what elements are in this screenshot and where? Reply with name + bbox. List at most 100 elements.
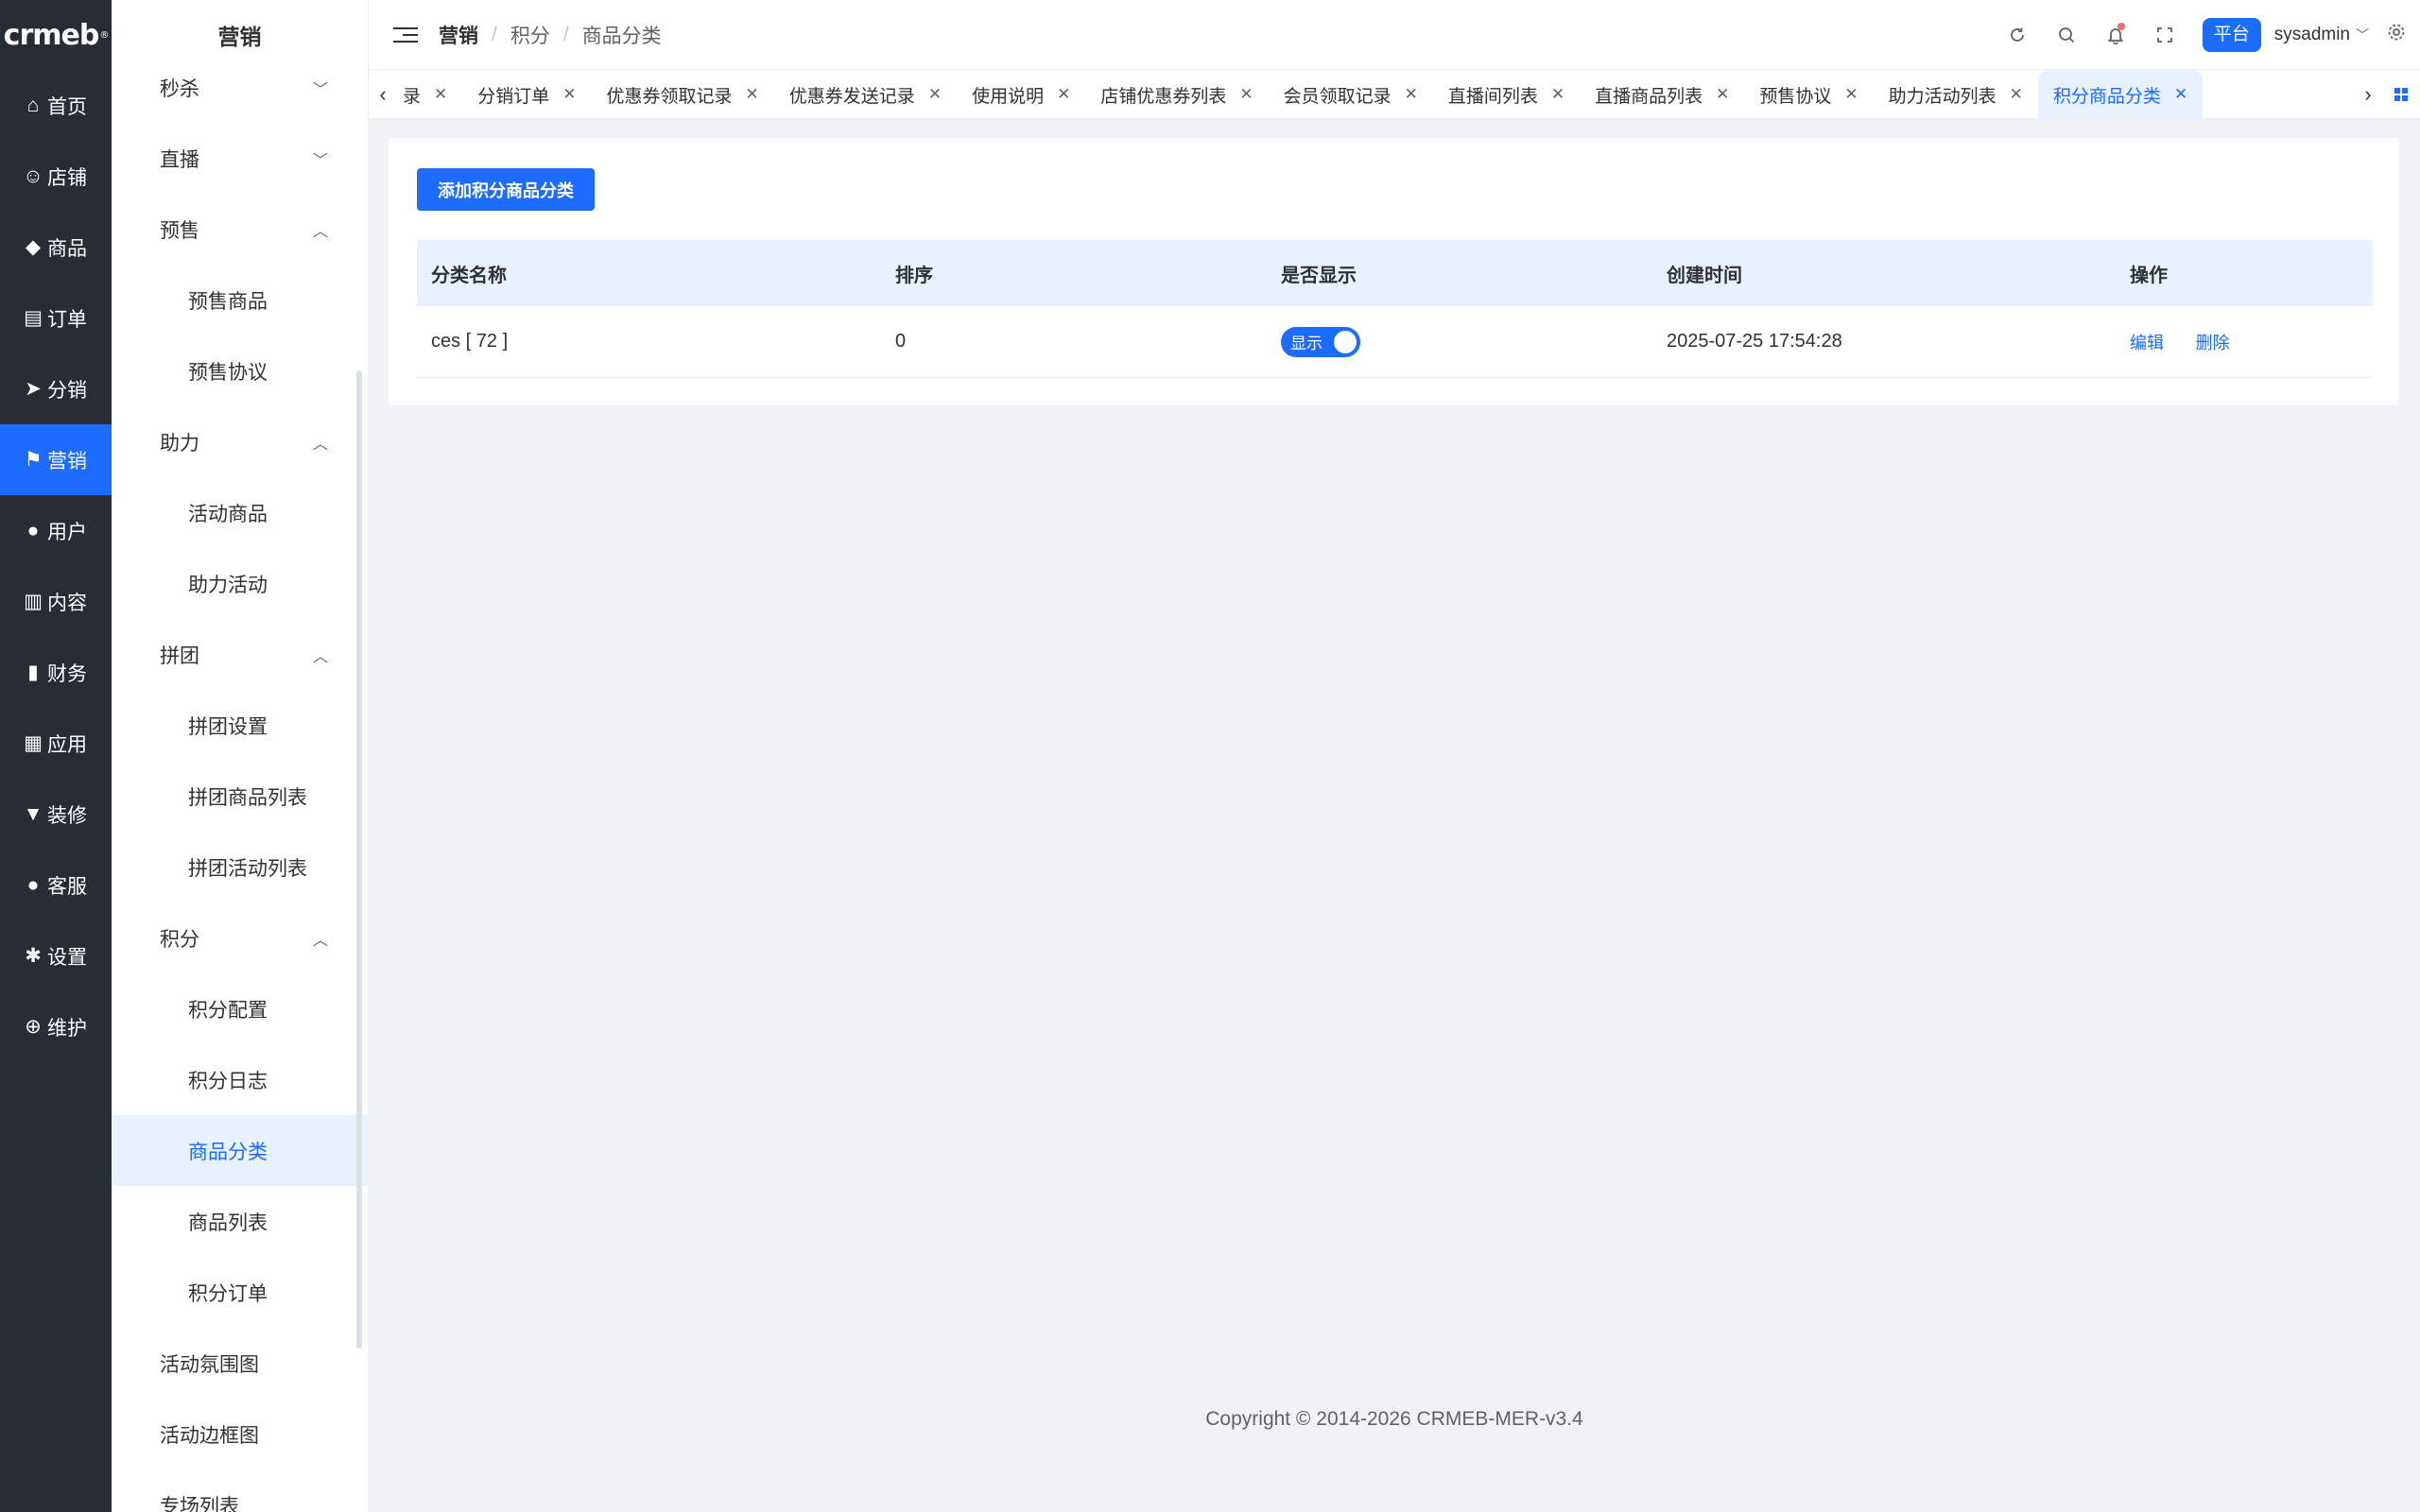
rail-item[interactable]: ⌂ 首页 xyxy=(0,70,112,141)
submenu-group[interactable]: 助力 ︿ xyxy=(112,406,368,477)
submenu-item[interactable]: 预售商品 xyxy=(112,265,368,335)
close-icon[interactable]: ✕ xyxy=(1551,85,1564,104)
headset-icon: ● xyxy=(26,873,40,896)
submenu-group-label: 拼团 xyxy=(160,644,199,667)
close-icon[interactable]: ✕ xyxy=(1405,85,1418,104)
tab-item[interactable]: 录 ✕ xyxy=(388,70,462,118)
tab-item[interactable]: 助力活动列表 ✕ xyxy=(1874,70,2038,118)
rail-item-label: 装修 xyxy=(47,804,87,827)
rail-item-label: 财务 xyxy=(47,662,87,685)
submenu-item[interactable]: 活动商品 xyxy=(112,477,368,548)
show-toggle[interactable]: 显示 xyxy=(1281,326,1360,357)
submenu-item[interactable]: 拼团设置 xyxy=(112,690,368,761)
close-icon[interactable]: ✕ xyxy=(1239,85,1253,104)
rail-item[interactable]: ▼ 装修 xyxy=(0,779,112,850)
add-points-category-button[interactable]: 添加积分商品分类 xyxy=(417,168,595,211)
submenu-item[interactable]: 商品分类 xyxy=(112,1115,368,1186)
submenu-group[interactable]: 拼团 ︿ xyxy=(112,619,368,690)
close-icon[interactable]: ✕ xyxy=(1057,85,1070,104)
tab-item[interactable]: 店铺优惠券列表 ✕ xyxy=(1085,70,1268,118)
submenu-group[interactable]: 积分 ︿ xyxy=(112,902,368,973)
submenu-item[interactable]: 积分配置 xyxy=(112,973,368,1044)
bell-icon[interactable] xyxy=(2091,0,2140,70)
close-icon[interactable]: ✕ xyxy=(1844,85,1858,104)
rail-item[interactable]: ● 用户 xyxy=(0,495,112,566)
rail-item[interactable]: ▦ 应用 xyxy=(0,708,112,779)
category-name-cell: ces [ 72 ] xyxy=(431,331,509,352)
collapse-menu-icon[interactable] xyxy=(393,23,418,47)
tab-item[interactable]: 积分商品分类 ✕ xyxy=(2037,70,2204,118)
rail-item[interactable]: ⚑ 营销 xyxy=(0,424,112,495)
submenu-item[interactable]: 积分日志 xyxy=(112,1044,368,1115)
tabs-scroll-left-icon[interactable]: ‹ xyxy=(369,70,397,118)
rail-item-label: 应用 xyxy=(47,733,87,756)
search-icon[interactable] xyxy=(2042,0,2091,70)
chevron-down-icon: ﹀ xyxy=(312,152,328,169)
rail-item[interactable]: ☺ 店铺 xyxy=(0,141,112,212)
submenu-item[interactable]: 积分订单 xyxy=(112,1257,368,1328)
close-icon[interactable]: ✕ xyxy=(562,85,576,104)
rail-item[interactable]: ▤ 订单 xyxy=(0,283,112,353)
rail-item[interactable]: ➤ 分销 xyxy=(0,353,112,424)
tab-item[interactable]: 使用说明 ✕ xyxy=(957,70,1085,118)
tab-item[interactable]: 预售协议 ✕ xyxy=(1744,70,1873,118)
platform-badge[interactable]: 平台 xyxy=(2202,18,2261,52)
submenu-group[interactable]: 活动边框图 xyxy=(112,1399,368,1469)
crmeb-logo[interactable]: crmeb ® xyxy=(0,0,112,70)
submenu-group-label: 积分 xyxy=(160,928,199,951)
tab-item[interactable]: 分销订单 ✕ xyxy=(462,70,591,118)
rail-item[interactable]: ● 客服 xyxy=(0,850,112,920)
submenu-group[interactable]: 秒杀 ﹀ xyxy=(112,52,368,123)
submenu-item[interactable]: 拼团活动列表 xyxy=(112,832,368,902)
edit-link[interactable]: 编辑 xyxy=(2130,334,2164,352)
tab-label: 分销订单 xyxy=(477,86,550,107)
close-icon[interactable]: ✕ xyxy=(2174,85,2187,104)
close-icon[interactable]: ✕ xyxy=(928,85,942,104)
refresh-icon[interactable] xyxy=(1993,0,2042,70)
book-icon: ▥ xyxy=(24,591,43,612)
settings-gear-icon[interactable] xyxy=(2386,22,2407,48)
tab-item[interactable]: 会员领取记录 ✕ xyxy=(1269,70,1433,118)
submenu-item[interactable]: 助力活动 xyxy=(112,548,368,619)
submenu-item[interactable]: 商品列表 xyxy=(112,1186,368,1257)
submenu-group-label: 专场列表 xyxy=(160,1495,239,1512)
rail-item[interactable]: ⊕ 维护 xyxy=(0,991,112,1062)
rail-item[interactable]: ▮ 财务 xyxy=(0,637,112,708)
rail-item-label: 用户 xyxy=(47,521,87,543)
fullscreen-icon[interactable] xyxy=(2140,0,2189,70)
rail-item-label: 首页 xyxy=(47,95,87,118)
breadcrumb-item[interactable]: 营销 xyxy=(439,21,478,49)
submenu-group[interactable]: 直播 ﹀ xyxy=(112,123,368,194)
chevron-up-icon: ︿ xyxy=(312,932,328,949)
tab-item[interactable]: 优惠券领取记录 ✕ xyxy=(592,70,774,118)
close-icon[interactable]: ✕ xyxy=(2010,85,2023,104)
tabs-scroll-right-icon[interactable]: › xyxy=(2354,70,2382,118)
close-icon[interactable]: ✕ xyxy=(746,85,759,104)
breadcrumb-item[interactable]: 积分 xyxy=(510,21,550,49)
rail-item-label: 营销 xyxy=(47,450,87,472)
delete-link[interactable]: 删除 xyxy=(2196,334,2230,352)
tabs-menu-grid-icon[interactable] xyxy=(2382,70,2420,118)
submenu-group[interactable]: 预售 ︿ xyxy=(112,194,368,265)
toggle-label: 显示 xyxy=(1290,335,1322,352)
column-header: 是否显示 xyxy=(1281,265,1357,286)
rail-item[interactable]: ◆ 商品 xyxy=(0,212,112,283)
tab-item[interactable]: 直播间列表 ✕ xyxy=(1433,70,1580,118)
user-menu[interactable]: sysadmin ﹀ xyxy=(2274,25,2369,45)
actions-cell: 编辑 删除 xyxy=(2116,330,2373,354)
chevron-down-icon: ﹀ xyxy=(312,81,328,98)
tab-label: 预售协议 xyxy=(1759,86,1832,107)
close-icon[interactable]: ✕ xyxy=(434,85,447,104)
tab-item[interactable]: 直播商品列表 ✕ xyxy=(1580,70,1744,118)
tab-label: 直播间列表 xyxy=(1447,86,1538,107)
submenu-scrollbar[interactable] xyxy=(356,370,362,1349)
tab-item[interactable]: 优惠券发送记录 ✕ xyxy=(774,70,957,118)
store-icon: ☺ xyxy=(23,164,43,187)
submenu-group[interactable]: 专场列表 xyxy=(112,1469,368,1512)
submenu-item[interactable]: 预售协议 xyxy=(112,335,368,406)
rail-item[interactable]: ✱ 设置 xyxy=(0,920,112,991)
close-icon[interactable]: ✕ xyxy=(1716,85,1729,104)
rail-item[interactable]: ▥ 内容 xyxy=(0,566,112,637)
submenu-item[interactable]: 拼团商品列表 xyxy=(112,761,368,832)
submenu-group[interactable]: 活动氛围图 xyxy=(112,1328,368,1399)
